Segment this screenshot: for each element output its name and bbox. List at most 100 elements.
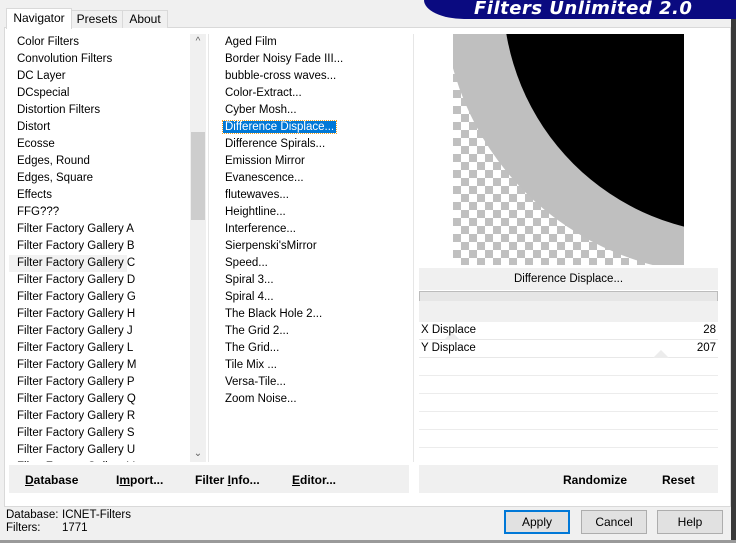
- filter-item[interactable]: The Grid...: [217, 340, 413, 357]
- filter-item[interactable]: Evanescence...: [217, 170, 413, 187]
- help-button[interactable]: Help: [657, 510, 723, 534]
- slider-indicator[interactable]: [653, 350, 670, 358]
- category-scrollbar[interactable]: ^ ⌄: [190, 34, 206, 462]
- empty-param-row: [419, 393, 718, 394]
- filter-item[interactable]: Color-Extract...: [217, 85, 413, 102]
- filter-item[interactable]: Interference...: [217, 221, 413, 238]
- filter-item[interactable]: Difference Displace...: [217, 119, 413, 136]
- filter-item-label: The Grid 2...: [225, 325, 289, 337]
- filter-item-label: Zoom Noise...: [225, 393, 297, 405]
- category-item[interactable]: Filter Factory Gallery G: [9, 289, 189, 306]
- filter-item[interactable]: The Grid 2...: [217, 323, 413, 340]
- filters-label: Filters:: [6, 522, 41, 534]
- category-item[interactable]: DC Layer: [9, 68, 189, 85]
- divider: [413, 34, 414, 462]
- filter-item[interactable]: flutewaves...: [217, 187, 413, 204]
- filter-item[interactable]: Tile Mix ...: [217, 357, 413, 374]
- app-banner: Filters Unlimited 2.0: [424, 0, 736, 19]
- empty-param-row: [419, 429, 718, 430]
- category-item[interactable]: Filter Factory Gallery Q: [9, 391, 189, 408]
- filter-info-button[interactable]: Filter Info...: [195, 473, 260, 487]
- import-button[interactable]: Import...: [116, 473, 163, 487]
- filters-count: 1771: [62, 522, 88, 534]
- empty-param-row: [419, 411, 718, 412]
- filter-item-label: Emission Mirror: [225, 155, 305, 167]
- chevron-down-icon[interactable]: ⌄: [190, 446, 206, 462]
- filter-item[interactable]: Spiral 4...: [217, 289, 413, 306]
- database-button[interactable]: Database: [25, 473, 78, 487]
- filter-item-label: Aged Film: [225, 36, 277, 48]
- category-item[interactable]: DCspecial: [9, 85, 189, 102]
- category-item[interactable]: Filter Factory Gallery B: [9, 238, 189, 255]
- divider: [208, 34, 209, 462]
- category-item[interactable]: FFG???: [9, 204, 189, 221]
- category-item[interactable]: Ecosse: [9, 136, 189, 153]
- category-item[interactable]: Filter Factory Gallery D: [9, 272, 189, 289]
- chevron-up-icon[interactable]: ^: [190, 34, 206, 50]
- filter-item[interactable]: Sierpenski'sMirror: [217, 238, 413, 255]
- tab-navigator[interactable]: Navigator: [6, 8, 72, 29]
- filter-item-label: Spiral 4...: [225, 291, 274, 303]
- scroll-thumb[interactable]: [191, 132, 205, 220]
- category-item[interactable]: Filter Factory Gallery S: [9, 425, 189, 442]
- cancel-button[interactable]: Cancel: [581, 510, 647, 534]
- filter-item[interactable]: Heightline...: [217, 204, 413, 221]
- filter-item-label: Versa-Tile...: [225, 376, 286, 388]
- filter-item-label: flutewaves...: [225, 189, 289, 201]
- filter-item-label: Interference...: [225, 223, 296, 235]
- filter-item[interactable]: bubble-cross waves...: [217, 68, 413, 85]
- filter-item-label: Cyber Mosh...: [225, 104, 297, 116]
- apply-button[interactable]: Apply: [504, 510, 570, 534]
- filter-item[interactable]: Versa-Tile...: [217, 374, 413, 391]
- filter-item[interactable]: Speed...: [217, 255, 413, 272]
- empty-param-row: [419, 447, 718, 448]
- param-slider-row[interactable]: X Displace 28: [419, 322, 718, 340]
- category-item[interactable]: Distortion Filters: [9, 102, 189, 119]
- category-item[interactable]: Filter Factory Gallery A: [9, 221, 189, 238]
- filter-item-label: Speed...: [225, 257, 268, 269]
- editor-button[interactable]: Editor...: [292, 473, 336, 487]
- tab-about[interactable]: About: [122, 10, 168, 28]
- filter-item-label: Evanescence...: [225, 172, 304, 184]
- filter-item[interactable]: Difference Spirals...: [217, 136, 413, 153]
- reset-button[interactable]: Reset: [662, 473, 695, 487]
- filter-item[interactable]: Zoom Noise...: [217, 391, 413, 408]
- category-item[interactable]: Distort: [9, 119, 189, 136]
- filter-item-label: Color-Extract...: [225, 87, 302, 99]
- category-item[interactable]: Filter Factory Gallery R: [9, 408, 189, 425]
- filter-item[interactable]: Border Noisy Fade III...: [217, 51, 413, 68]
- param-label: X Displace: [421, 324, 476, 336]
- filter-item[interactable]: Cyber Mosh...: [217, 102, 413, 119]
- category-list[interactable]: Color Filters Convolution Filters DC Layer…: [9, 34, 189, 462]
- randomize-button[interactable]: Randomize: [563, 473, 627, 487]
- category-item[interactable]: Filter Factory Gallery H: [9, 306, 189, 323]
- filter-item-label: The Grid...: [225, 342, 280, 354]
- database-value: ICNET-Filters: [62, 509, 131, 521]
- filter-item[interactable]: Aged Film: [217, 34, 413, 51]
- filter-list[interactable]: Aged Film Border Noisy Fade III... bubble-…: [217, 34, 413, 462]
- filter-item[interactable]: Spiral 3...: [217, 272, 413, 289]
- category-item[interactable]: Convolution Filters: [9, 51, 189, 68]
- app-title: Filters Unlimited 2.0: [474, 0, 693, 19]
- category-item[interactable]: Filter Factory Gallery U: [9, 442, 189, 459]
- category-item[interactable]: Effects: [9, 187, 189, 204]
- category-item[interactable]: Filter Factory Gallery M: [9, 357, 189, 374]
- category-item[interactable]: Filter Factory Gallery V: [9, 459, 189, 462]
- category-item[interactable]: Filter Factory Gallery J: [9, 323, 189, 340]
- tab-presets[interactable]: Presets: [70, 10, 124, 28]
- category-item[interactable]: Filter Factory Gallery P: [9, 374, 189, 391]
- param-slider-row[interactable]: Y Displace 207: [419, 340, 718, 358]
- category-item[interactable]: Edges, Round: [9, 153, 189, 170]
- filter-item[interactable]: The Black Hole 2...: [217, 306, 413, 323]
- filter-item-label: Spiral 3...: [225, 274, 274, 286]
- category-item[interactable]: Edges, Square: [9, 170, 189, 187]
- left-button-bar: Database Import... Filter Info... Editor…: [9, 465, 409, 493]
- category-item[interactable]: Filter Factory Gallery C: [9, 255, 135, 272]
- filter-item-label: The Black Hole 2...: [225, 308, 323, 320]
- category-item[interactable]: Color Filters: [9, 34, 189, 51]
- filter-item-label: Difference Displace...: [221, 120, 338, 134]
- category-item[interactable]: Filter Factory Gallery L: [9, 340, 189, 357]
- param-value: 28: [703, 324, 716, 336]
- filter-item[interactable]: Emission Mirror: [217, 153, 413, 170]
- window-edge: [731, 19, 736, 543]
